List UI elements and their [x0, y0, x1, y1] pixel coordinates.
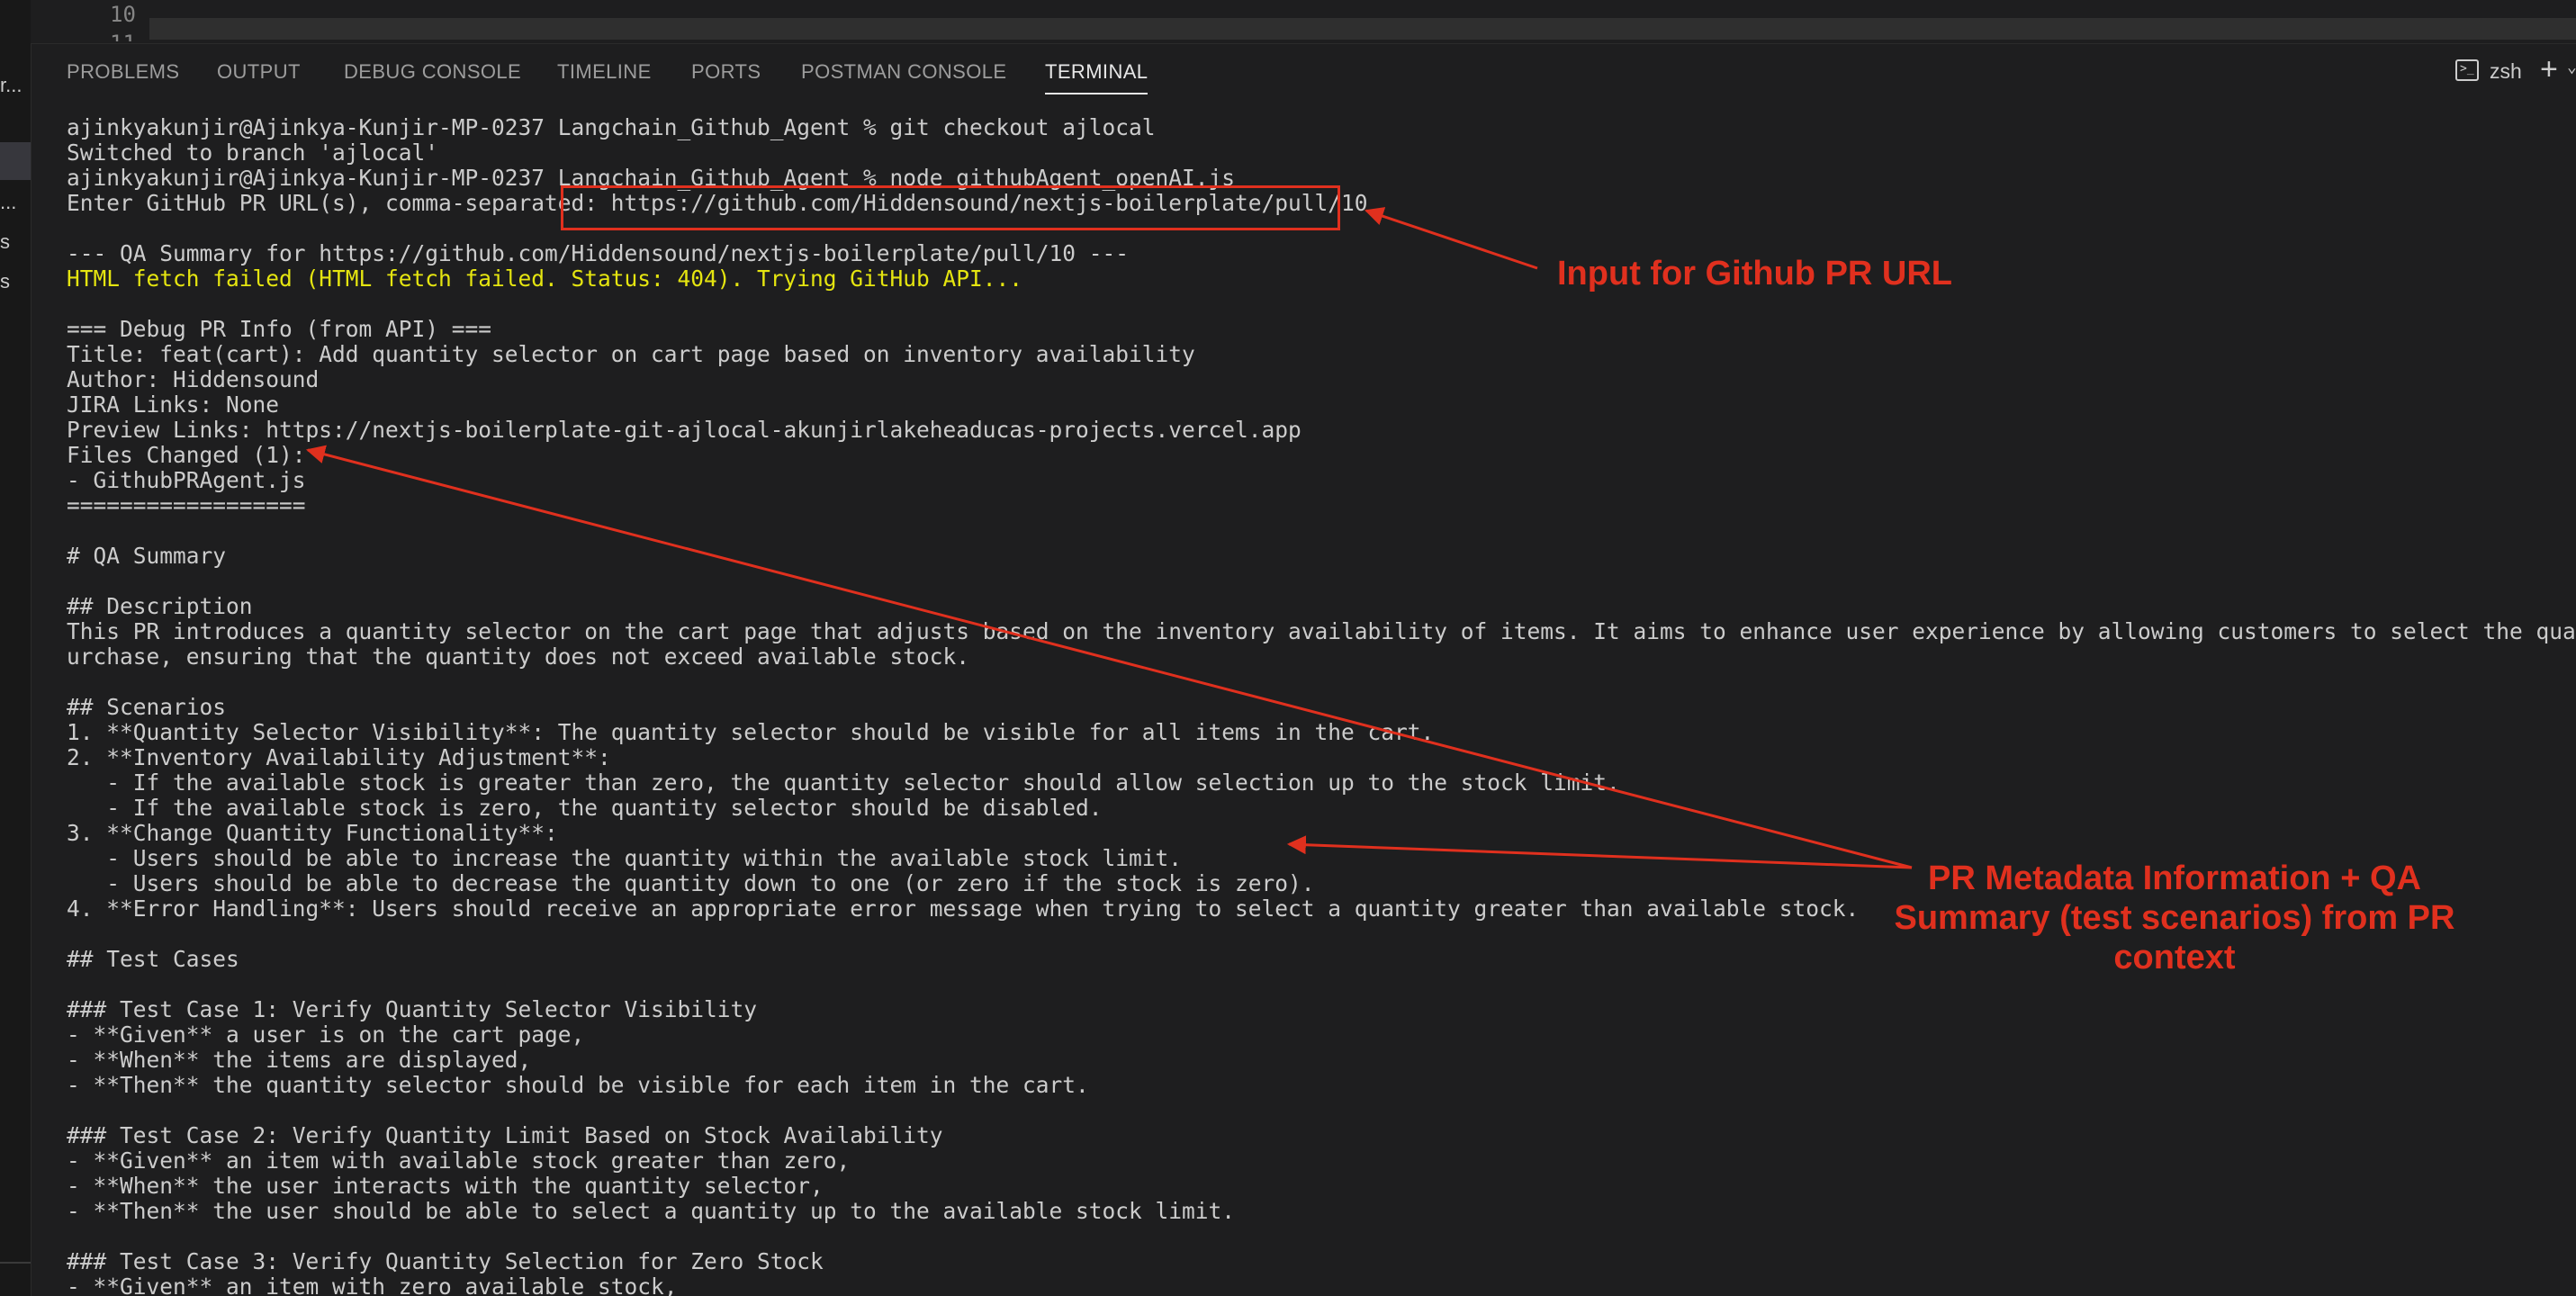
annotation-metadata-line: Summary (test scenarios) from PR: [1894, 899, 2455, 937]
annotation-metadata-label: PR Metadata Information + QA Summary (te…: [1858, 859, 2491, 977]
annotation-arrow-scenarios: [1286, 835, 1913, 869]
annotation-arrows: [305, 207, 1913, 869]
annotation-url-label: Input for Github PR URL: [1557, 255, 1953, 292]
annotation-arrow-files: [305, 445, 1913, 869]
annotation-metadata-line: PR Metadata Information + QA: [1928, 860, 2421, 897]
annotation-metadata-line: context: [2113, 939, 2236, 976]
annotation-arrow-url: [1365, 207, 1538, 270]
